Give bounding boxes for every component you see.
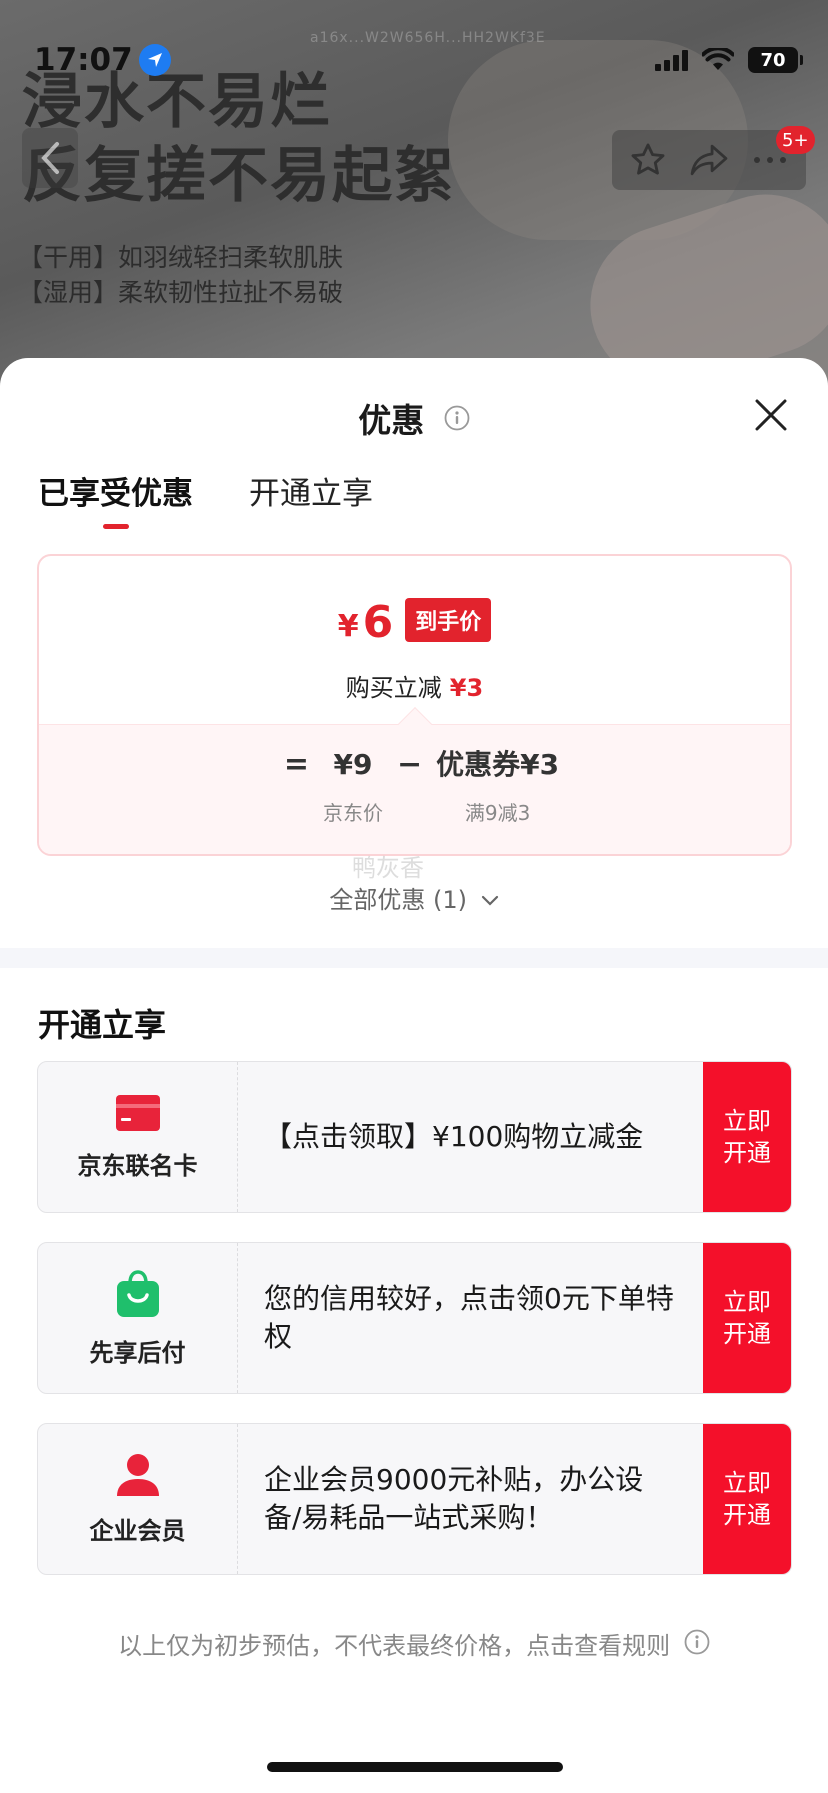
activate-button[interactable]: 立即开通 xyxy=(703,1062,791,1212)
location-arrow-icon xyxy=(138,44,171,76)
close-icon xyxy=(755,399,787,431)
all-discounts-label: 全部优惠 (1) xyxy=(329,886,467,914)
status-bar: 17:07 70 xyxy=(34,38,803,82)
info-icon xyxy=(684,1629,710,1661)
jd-price-label: 京东价 xyxy=(323,801,384,825)
watermark-text: 鸭灰香 xyxy=(352,854,424,882)
minus-sign: − xyxy=(397,747,423,782)
status-time: 17:07 xyxy=(34,42,133,78)
offer-name: 京东联名卡 xyxy=(77,1151,198,1180)
jd-price-value: ¥9 xyxy=(333,748,373,781)
price-formula-section: = ¥9 京东价 − 优惠券¥3 满9减3 xyxy=(39,707,790,854)
shopping-bag-icon xyxy=(116,1269,159,1317)
offer-row-pay-later[interactable]: 先享后付 您的信用较好，点击领0元下单特权 立即开通 xyxy=(37,1242,792,1394)
final-price-value: 6 xyxy=(362,597,394,648)
home-indicator[interactable] xyxy=(267,1762,563,1772)
jd-price-column: ¥9 京东价 xyxy=(323,745,383,826)
chevron-down-icon xyxy=(481,885,499,913)
info-icon[interactable] xyxy=(444,400,470,439)
rules-footnote[interactable]: 以上仅为初步预估，不代表最终价格，点击查看规则 xyxy=(0,1626,828,1661)
offer-name: 企业会员 xyxy=(89,1516,186,1545)
final-price: ¥ 6 到手价 xyxy=(39,598,790,648)
activate-button-label: 立即开通 xyxy=(723,1288,771,1348)
notification-badge: 5+ xyxy=(776,126,815,154)
instant-reduction: 购买立减 ¥3 xyxy=(39,668,790,703)
offer-left: 京东联名卡 xyxy=(38,1062,238,1212)
final-price-currency: ¥ xyxy=(337,609,359,644)
instant-reduction-value: ¥3 xyxy=(449,674,484,702)
sheet-title: 优惠 xyxy=(358,401,425,440)
cellular-signal-icon xyxy=(655,49,688,71)
coupon-column: 优惠券¥3 满9减3 xyxy=(436,745,559,826)
footnote-text: 以上仅为初步预估，不代表最终价格，点击查看规则 xyxy=(118,1632,671,1660)
coupon-label: 满9减3 xyxy=(464,801,531,825)
offer-description: 企业会员9000元补贴，办公设备/易耗品一站式采购！ xyxy=(264,1463,644,1534)
discount-tabs: 已享受优惠 开通立享 xyxy=(38,468,373,529)
user-icon xyxy=(116,1453,159,1496)
favorite-star-icon[interactable] xyxy=(623,135,673,185)
offer-row-jd-card[interactable]: 京东联名卡 【点击领取】¥100购物立减金 立即开通 xyxy=(37,1061,792,1213)
product-image-background: a16x...W2W656H...HH2WKf3E 浸水不易烂 反复搓不易起絮 … xyxy=(0,0,828,420)
offer-description: 您的信用较好，点击领0元下单特权 xyxy=(264,1282,674,1353)
card-icon xyxy=(115,1094,160,1131)
final-price-section: ¥ 6 到手价 购买立减 ¥3 xyxy=(39,556,790,724)
back-button[interactable] xyxy=(22,128,78,188)
offer-name: 先享后付 xyxy=(89,1338,186,1367)
wifi-icon xyxy=(702,48,734,70)
activate-button[interactable]: 立即开通 xyxy=(703,1243,791,1393)
product-headline-2: 反复搓不易起絮 xyxy=(22,141,456,211)
close-button[interactable] xyxy=(752,396,790,434)
all-discounts-toggle[interactable]: 全部优惠 (1) xyxy=(0,880,828,915)
product-subline-1: 【干用】如羽绒轻扫柔软肌肤 xyxy=(18,243,344,272)
activate-button-label: 立即开通 xyxy=(723,1469,771,1529)
activate-button[interactable]: 立即开通 xyxy=(703,1424,791,1574)
offer-left: 企业会员 xyxy=(38,1424,238,1574)
tab-activate-enjoy[interactable]: 开通立享 xyxy=(249,468,373,529)
tab-enjoyed-discounts[interactable]: 已享受优惠 xyxy=(38,468,193,529)
sheet-header: 优惠 xyxy=(0,394,828,442)
offer-row-enterprise[interactable]: 企业会员 企业会员9000元补贴，办公设备/易耗品一站式采购！ 立即开通 xyxy=(37,1423,792,1575)
offer-left: 先享后付 xyxy=(38,1243,238,1393)
activate-button-label: 立即开通 xyxy=(723,1107,771,1167)
equals-sign: = xyxy=(283,747,310,782)
offer-description: 【点击领取】¥100购物立减金 xyxy=(264,1120,644,1153)
instant-reduction-label: 购买立减 xyxy=(345,674,442,702)
chevron-left-icon xyxy=(41,142,59,174)
share-icon[interactable] xyxy=(684,135,734,185)
battery-icon: 70 xyxy=(748,47,803,73)
activate-section-title: 开通立享 xyxy=(38,1006,167,1044)
coupon-value: 优惠券¥3 xyxy=(436,748,560,781)
price-formula: = ¥9 京东价 − 优惠券¥3 满9减3 xyxy=(39,745,790,826)
final-price-tag: 到手价 xyxy=(405,598,492,642)
battery-level: 70 xyxy=(760,49,786,71)
section-divider xyxy=(0,948,828,968)
price-breakdown-card: ¥ 6 到手价 购买立减 ¥3 = ¥9 京东价 − 优惠券¥3 满9减3 xyxy=(37,554,792,856)
product-subline-2: 【湿用】柔软韧性拉扯不易破 xyxy=(18,278,344,307)
discount-sheet: 优惠 已享受优惠 开通立享 ¥ 6 到手价 购买立减 ¥3 = ¥9 京东价 −… xyxy=(0,358,828,1793)
